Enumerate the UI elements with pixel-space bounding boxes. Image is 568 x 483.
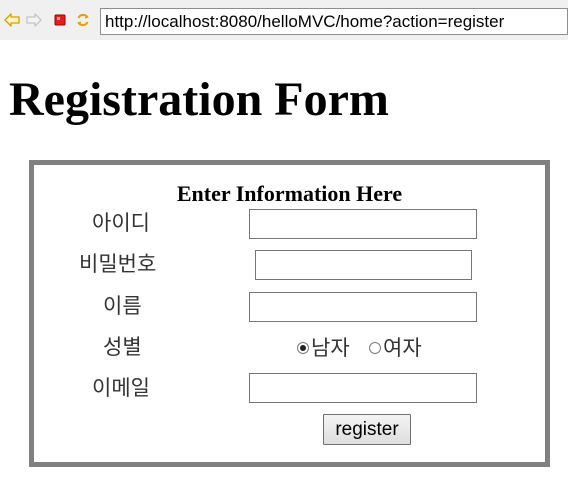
- name-input[interactable]: [249, 292, 477, 322]
- gender-male-radio[interactable]: [297, 342, 309, 354]
- form-caption: Enter Information Here: [176, 181, 403, 206]
- id-label: 아이디: [92, 211, 150, 235]
- back-arrow-icon[interactable]: [4, 12, 20, 28]
- gender-male-label[interactable]: 남자: [311, 335, 350, 361]
- address-bar[interactable]: [100, 8, 568, 35]
- email-label: 이메일: [92, 376, 150, 400]
- id-input[interactable]: [249, 209, 477, 239]
- page-title: Registration Form: [9, 73, 389, 126]
- gender-female-radio[interactable]: [369, 342, 381, 354]
- gender-label: 성별: [103, 335, 142, 359]
- gender-female-label[interactable]: 여자: [383, 335, 422, 361]
- refresh-icon[interactable]: [75, 12, 91, 28]
- register-button[interactable]: register: [323, 414, 411, 445]
- email-input[interactable]: [249, 373, 477, 403]
- password-label: 비밀번호: [79, 252, 157, 276]
- url-input[interactable]: [105, 10, 565, 33]
- registration-form: Enter Information Here 아이디 비밀번호 이름 성별 남자…: [29, 160, 550, 467]
- browser-toolbar: [0, 0, 568, 40]
- name-label: 이름: [103, 294, 142, 318]
- forward-arrow-icon[interactable]: [26, 12, 42, 28]
- password-input[interactable]: [255, 250, 472, 280]
- stop-icon[interactable]: [52, 12, 68, 28]
